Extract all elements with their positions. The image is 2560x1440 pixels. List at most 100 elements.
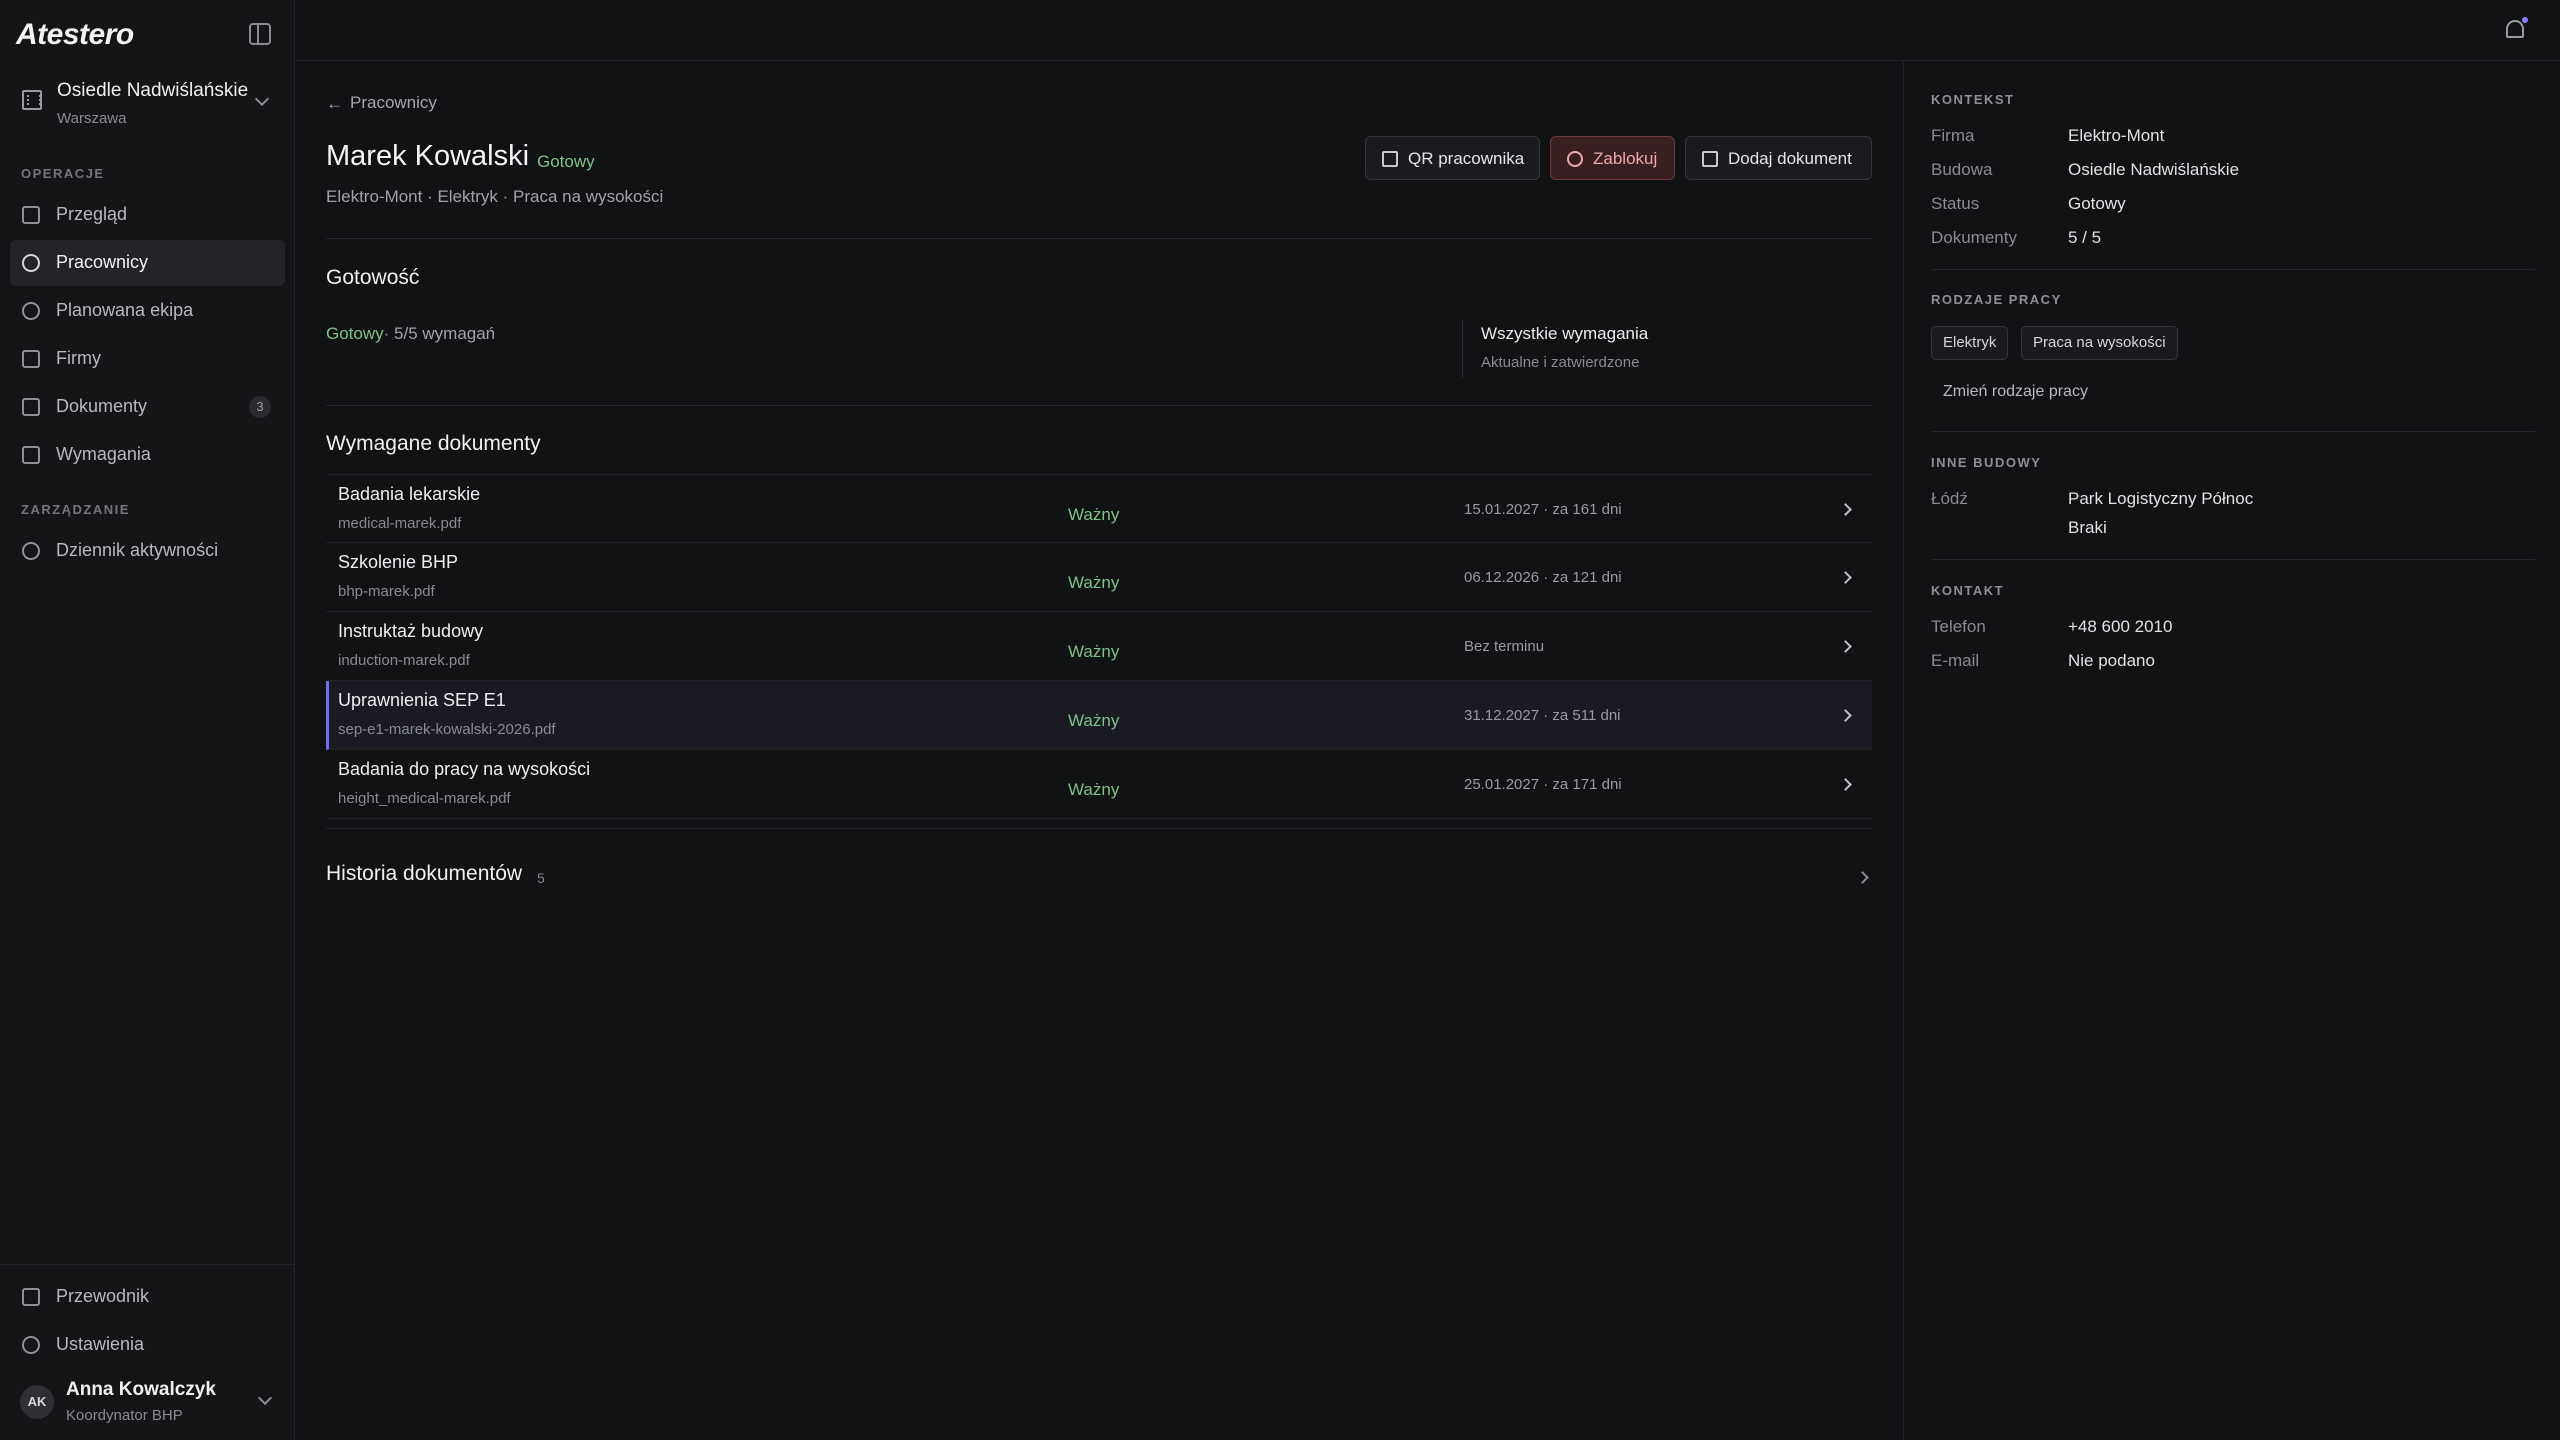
chevron-right-icon [1839, 640, 1852, 653]
sidebar-item-label: Dziennik aktywności [56, 540, 219, 560]
sidebar-item-planned-crew[interactable]: Planowana ekipa [10, 288, 285, 334]
divider [1931, 269, 2535, 270]
sidebar-item-documents[interactable]: Dokumenty 3 [10, 384, 285, 430]
ban-icon [1567, 151, 1583, 167]
sidebar-item-label: Przewodnik [56, 1286, 150, 1306]
required-documents-heading: Wymagane dokumenty [326, 432, 541, 455]
table-row-selected[interactable]: Uprawnienia SEP E1 sep-e1-marek-kowalski… [326, 681, 1872, 750]
document-status: Ważny [1068, 505, 1120, 524]
context-label: KONTEKST [1931, 92, 2015, 107]
building-icon [22, 90, 42, 110]
divider [1931, 559, 2535, 560]
work-type-chip: Praca na wysokości [2021, 326, 2178, 360]
sidebar-toggle-icon[interactable] [249, 23, 271, 45]
section-label-ops: OPERACJE [21, 166, 105, 181]
other-site-city: Łódź [1931, 489, 1968, 508]
context-value: 5 / 5 [2068, 228, 2102, 247]
chevron-right-icon [1839, 503, 1852, 516]
history-title: Historia dokumentów [326, 862, 523, 885]
sidebar-item-label: Planowana ekipa [56, 300, 194, 320]
status-badge: Gotowy [537, 152, 595, 171]
document-name: Uprawnienia SEP E1 [338, 690, 506, 710]
sidebar-item-settings[interactable]: Ustawienia [10, 1322, 285, 1368]
context-key: Status [1931, 194, 1980, 213]
work-types-label: RODZAJE PRACY [1931, 292, 2062, 307]
document-status: Ważny [1068, 780, 1120, 799]
table-row[interactable]: Badania lekarskie medical-marek.pdf Ważn… [326, 474, 1872, 543]
sidebar-item-guide[interactable]: Przewodnik [10, 1274, 285, 1320]
document-file: induction-marek.pdf [338, 652, 470, 669]
topbar [296, 0, 2560, 61]
section-label-mgmt: ZARZĄDZANIE [21, 502, 130, 517]
readiness-status: Gotowy [326, 324, 384, 343]
history-icon [22, 542, 40, 560]
chevron-down-icon [257, 1390, 273, 1406]
main-content: ← Pracownicy Marek Kowalski Gotowy Elekt… [296, 62, 1902, 1440]
other-sites-label: INNE BUDOWY [1931, 455, 2042, 470]
table-row[interactable]: Szkolenie BHP bhp-marek.pdf Ważny 06.12.… [326, 543, 1872, 612]
clipboard-icon [22, 446, 40, 464]
user-name: Anna Kowalczyk [66, 1379, 216, 1400]
divider [326, 828, 1872, 829]
table-row[interactable]: Instruktaż budowy induction-marek.pdf Wa… [326, 612, 1872, 681]
context-status-value: Gotowy [2068, 194, 2126, 213]
sidebar-item-label: Pracownicy [56, 252, 149, 272]
sidebar-item-activity-log[interactable]: Dziennik aktywności [10, 528, 285, 574]
sidebar-item-overview[interactable]: Przegląd [10, 192, 285, 238]
page-title: Marek Kowalski [326, 140, 530, 172]
site-city: Warszawa [57, 110, 127, 127]
contact-label: KONTAKT [1931, 583, 2005, 598]
context-key: Budowa [1931, 160, 1993, 179]
add-document-button[interactable]: Dodaj dokument [1685, 136, 1872, 180]
divider [326, 238, 1872, 239]
context-key: Firma [1931, 126, 1975, 145]
app-logo[interactable]: Atestero [16, 18, 134, 52]
readiness-count: · 5/5 wymagań [383, 324, 496, 343]
readiness-summary: Gotowy· 5/5 wymagań [326, 324, 495, 344]
other-site-name[interactable]: Park Logistyczny Północ [2068, 489, 2253, 509]
divider [1931, 431, 2535, 432]
document-expiry: Bez terminu [1464, 638, 1545, 655]
sidebar-item-label: Przegląd [56, 204, 128, 224]
table-row[interactable]: Badania do pracy na wysokości height_med… [326, 750, 1872, 819]
document-expiry: 25.01.2027 · za 171 dni [1464, 776, 1622, 793]
arrow-left-icon: ← [326, 94, 343, 113]
building-icon [22, 350, 40, 368]
document-file: medical-marek.pdf [338, 515, 462, 532]
document-file: sep-e1-marek-kowalski-2026.pdf [338, 721, 556, 738]
sidebar-item-label: Dokumenty [56, 396, 148, 416]
bell-icon[interactable] [2506, 20, 2524, 38]
divider [326, 405, 1872, 406]
context-value: Elektro-Mont [2068, 126, 2165, 145]
qr-worker-button[interactable]: QR pracownika [1365, 136, 1540, 180]
context-value: Osiedle Nadwiślańskie [2068, 160, 2240, 179]
document-file: bhp-marek.pdf [338, 583, 435, 600]
requirements-title: Wszystkie wymagania [1481, 324, 1649, 343]
block-button[interactable]: Zablokuj [1550, 136, 1675, 180]
document-name: Szkolenie BHP [338, 552, 459, 572]
back-link[interactable]: Pracownicy [350, 93, 437, 113]
document-expiry: 15.01.2027 · za 161 dni [1464, 501, 1622, 518]
users-icon [22, 254, 40, 272]
change-work-types-button[interactable]: Zmień rodzaje pracy [1943, 383, 2088, 401]
document-status: Ważny [1068, 711, 1120, 730]
chevron-right-icon [1839, 571, 1852, 584]
other-site-status: Braki [2068, 518, 2107, 537]
sidebar-item-requirements[interactable]: Wymagania [10, 432, 285, 478]
email-key: E-mail [1931, 651, 1980, 670]
sidebar: Atestero Osiedle Nadwiślańskie Warszawa … [0, 0, 295, 1440]
divider [0, 1264, 295, 1265]
document-name: Instruktaż budowy [338, 621, 484, 641]
sidebar-item-companies[interactable]: Firmy [10, 336, 285, 382]
sidebar-item-workers[interactable]: Pracownicy [10, 240, 285, 286]
site-name: Osiedle Nadwiślańskie [57, 80, 249, 101]
worker-subtitle: Elektro-Mont · Elektryk · Praca na wysok… [326, 187, 664, 206]
grid-icon [22, 206, 40, 224]
user-plan-icon [22, 302, 40, 320]
readiness-heading: Gotowość [326, 266, 420, 289]
document-name: Badania lekarskie [338, 484, 481, 504]
documents-count-badge: 3 [249, 396, 271, 418]
chevron-down-icon [254, 91, 270, 107]
site-switcher[interactable]: Osiedle Nadwiślańskie Warszawa [10, 72, 285, 134]
file-plus-icon [1702, 151, 1718, 167]
